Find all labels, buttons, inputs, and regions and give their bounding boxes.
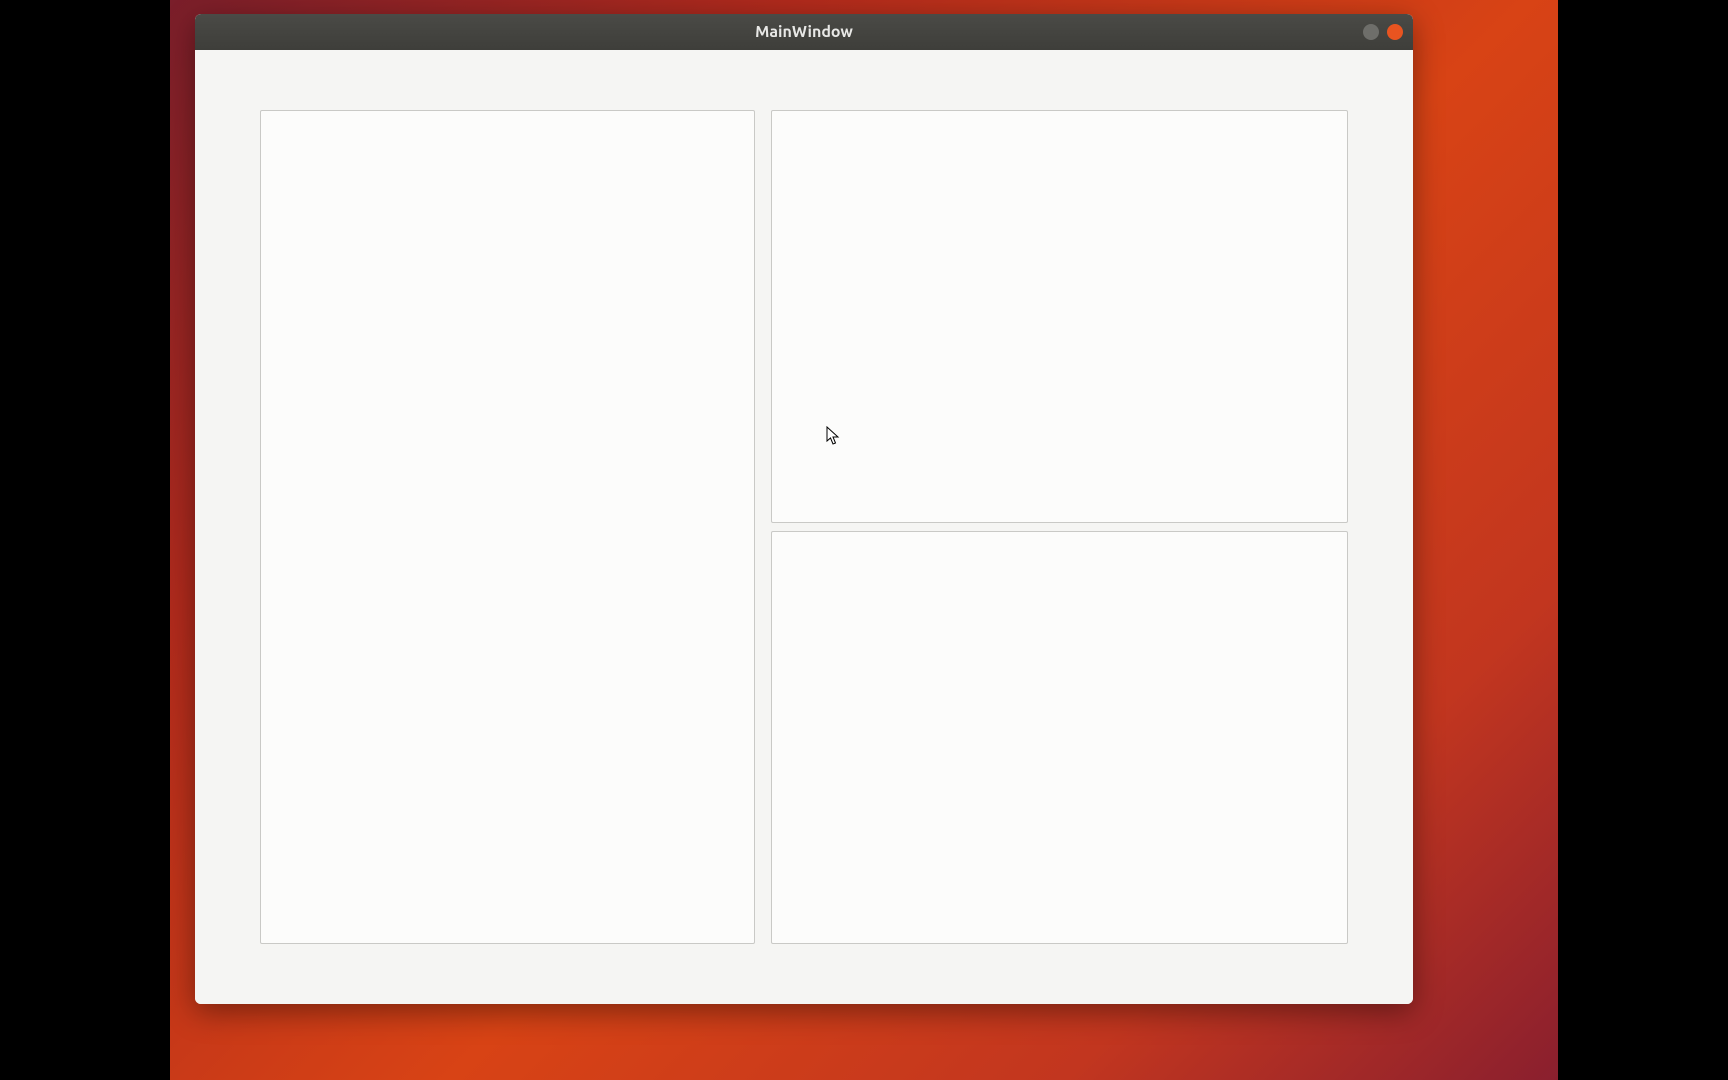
- letterbox-left: [0, 0, 170, 1080]
- bottom-right-panel[interactable]: [771, 531, 1348, 944]
- desktop-background: MainWindow: [170, 0, 1558, 1080]
- window-controls: [1363, 24, 1403, 40]
- window-titlebar[interactable]: MainWindow: [195, 14, 1413, 50]
- letterbox-right: [1558, 0, 1728, 1080]
- close-button[interactable]: [1387, 24, 1403, 40]
- application-window: MainWindow: [195, 14, 1413, 1004]
- window-client-area: [195, 50, 1413, 1004]
- right-column: [771, 110, 1348, 944]
- top-right-panel[interactable]: [771, 110, 1348, 523]
- left-panel[interactable]: [260, 110, 755, 944]
- minimize-button[interactable]: [1363, 24, 1379, 40]
- window-title: MainWindow: [755, 23, 853, 41]
